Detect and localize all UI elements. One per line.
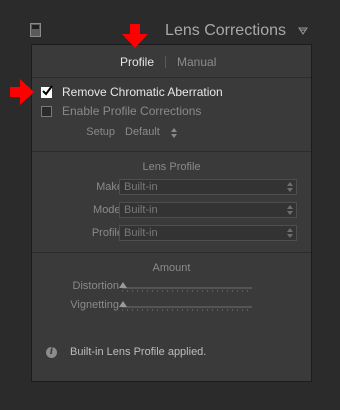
profile-select[interactable]: Built-in bbox=[119, 225, 297, 241]
checkmark-icon bbox=[42, 84, 53, 96]
vignetting-slider-track[interactable] bbox=[122, 306, 252, 308]
model-row: Model Built-in bbox=[32, 202, 311, 218]
distortion-slider-row: Distortion bbox=[32, 280, 311, 294]
tab-separator bbox=[165, 56, 166, 68]
vignetting-label: Vignetting bbox=[70, 299, 119, 311]
updown-arrows-icon bbox=[287, 228, 293, 238]
vignetting-slider-row: Vignetting bbox=[32, 299, 311, 313]
remove-chromatic-aberration-checkbox[interactable] bbox=[41, 84, 53, 98]
tab-manual[interactable]: Manual bbox=[177, 55, 216, 69]
profile-value: Built-in bbox=[124, 227, 158, 239]
enable-profile-corrections-row[interactable]: Enable Profile Corrections bbox=[41, 104, 201, 118]
amount-heading: Amount bbox=[152, 262, 191, 274]
info-text: Built-in Lens Profile applied. bbox=[70, 346, 207, 358]
profile-row: Profile Built-in bbox=[32, 225, 311, 241]
make-select[interactable]: Built-in bbox=[119, 179, 297, 195]
model-value: Built-in bbox=[124, 204, 158, 216]
updown-arrows-icon bbox=[171, 128, 177, 138]
tab-bar: Profile Manual bbox=[32, 45, 311, 79]
distortion-slider-track[interactable] bbox=[122, 287, 252, 289]
info-message: i Built-in Lens Profile applied. bbox=[46, 345, 206, 359]
slider-ticks bbox=[122, 290, 252, 292]
distortion-slider-thumb[interactable] bbox=[119, 282, 127, 288]
distortion-label: Distortion bbox=[72, 280, 119, 292]
make-value: Built-in bbox=[124, 181, 158, 193]
setup-row: Setup Default bbox=[32, 125, 311, 141]
divider bbox=[32, 252, 311, 253]
vignetting-slider-thumb[interactable] bbox=[119, 301, 127, 307]
lens-corrections-panel: Profile Manual Remove Chromatic Aberrati… bbox=[31, 44, 312, 382]
remove-chromatic-aberration-row[interactable]: Remove Chromatic Aberration bbox=[41, 84, 223, 99]
slider-ticks bbox=[122, 309, 252, 311]
collapse-triangle-icon[interactable] bbox=[298, 26, 308, 36]
enable-profile-corrections-label: Enable Profile Corrections bbox=[62, 104, 202, 118]
lens-profile-heading: Lens Profile bbox=[142, 161, 201, 173]
setup-label: Setup bbox=[86, 126, 115, 138]
red-arrow-annotation bbox=[122, 24, 148, 48]
remove-chromatic-aberration-label: Remove Chromatic Aberration bbox=[62, 85, 223, 99]
enable-profile-corrections-checkbox[interactable] bbox=[41, 105, 52, 117]
info-icon: i bbox=[46, 346, 57, 358]
model-select[interactable]: Built-in bbox=[119, 202, 297, 218]
divider bbox=[32, 77, 311, 78]
red-arrow-annotation bbox=[10, 79, 34, 105]
tab-profile[interactable]: Profile bbox=[120, 55, 154, 69]
make-row: Make Built-in bbox=[32, 179, 311, 195]
panel-title[interactable]: Lens Corrections bbox=[165, 22, 286, 40]
panel-toggle-icon[interactable] bbox=[30, 23, 41, 37]
panel-header: Lens Corrections bbox=[0, 0, 340, 44]
updown-arrows-icon bbox=[287, 205, 293, 215]
updown-arrows-icon bbox=[287, 182, 293, 192]
divider bbox=[32, 151, 311, 152]
setup-select[interactable]: Default bbox=[125, 126, 160, 138]
